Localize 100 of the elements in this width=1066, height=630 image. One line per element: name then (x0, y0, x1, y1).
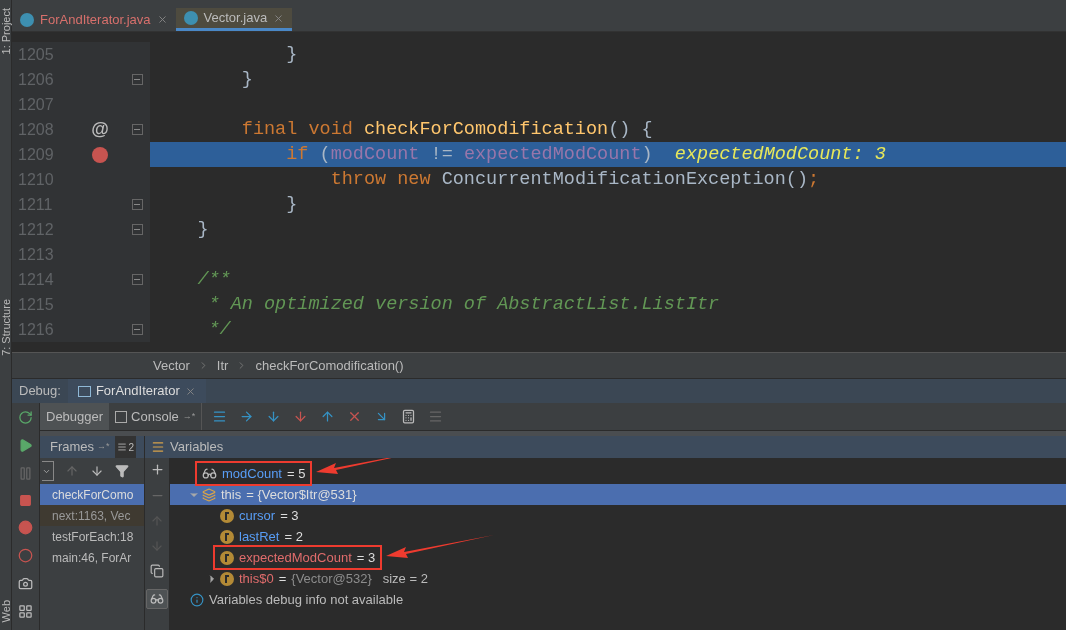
side-tab[interactable]: Web (0, 599, 11, 622)
side-tab[interactable]: 7: Structure (0, 298, 11, 356)
stack-frame[interactable]: next:1163, Vec (40, 505, 144, 526)
variable-value: = 3 (356, 548, 376, 567)
rerun-icon[interactable] (18, 410, 33, 425)
variable-name: lastRet (239, 527, 280, 546)
variable-name: cursor (239, 506, 276, 525)
execution-point-icon[interactable] (212, 409, 228, 424)
step-out-icon[interactable] (320, 409, 336, 424)
debugger-tab[interactable]: Console →* (109, 403, 202, 430)
pin-label: →* (182, 409, 196, 423)
variable-row[interactable]: this$0 = {Vector@532} size = 2 (170, 568, 1066, 589)
tab-label: Vector.java (203, 9, 268, 28)
code-line: final void checkForComodification() { (240, 117, 654, 142)
copy-icon[interactable] (150, 564, 164, 578)
pause-icon[interactable] (18, 466, 33, 481)
variable-row[interactable]: cursor = 3 (170, 505, 1066, 526)
trace-icon[interactable] (428, 409, 444, 424)
tab-label: Debugger (46, 407, 104, 426)
console-icon (115, 410, 128, 423)
step-into-icon[interactable] (266, 409, 282, 424)
side-tab[interactable]: 1: Project (0, 8, 11, 55)
stop-icon[interactable] (19, 494, 32, 507)
variable-row[interactable]: expectedModCount = 3 (170, 547, 1066, 568)
class-icon (20, 12, 34, 27)
variable-size: size = 2 (382, 569, 428, 588)
field-icon (220, 550, 234, 565)
code-line: * An optimized version of AbstractList.ListItr (207, 292, 721, 317)
code-line: } (196, 217, 210, 242)
breakpoint-icon[interactable] (92, 146, 108, 163)
close-icon[interactable] (273, 12, 285, 24)
variable-row[interactable]: this = {Vector$Itr@531} (170, 484, 1066, 505)
variable-row[interactable]: modCount = 5 (170, 463, 1066, 484)
filter-icon[interactable] (115, 464, 129, 478)
class-icon (183, 11, 198, 25)
add-watch-icon[interactable] (149, 462, 165, 477)
fold-icon[interactable] (131, 124, 143, 135)
threads-icon (116, 442, 127, 452)
stack-frame[interactable]: checkForComo (40, 484, 144, 505)
fold-icon[interactable] (131, 324, 143, 335)
code-line: throw new ConcurrentModificationException(); (329, 167, 821, 192)
window-icon (77, 385, 91, 397)
breadcrumb[interactable]: Vector (153, 355, 190, 376)
field-icon (220, 508, 234, 523)
field-icon (220, 529, 234, 544)
pin-label: →* (97, 440, 110, 454)
variable-value: = (278, 569, 287, 588)
variable-value: = 2 (284, 527, 303, 546)
thread-dropdown[interactable] (42, 461, 54, 481)
frame-down-icon[interactable] (90, 464, 104, 478)
code-line: } (285, 192, 299, 217)
info-icon (190, 592, 204, 607)
variables-icon (151, 440, 165, 454)
resume-icon[interactable] (18, 438, 33, 453)
fold-icon[interactable] (131, 199, 143, 210)
session-label: ForAndIterator (95, 382, 180, 401)
debug-label: Debug: (18, 382, 62, 401)
code-line: } (240, 67, 254, 92)
code-line: /** (196, 267, 232, 292)
variable-value: = 5 (287, 464, 306, 483)
stack-frame[interactable]: main:46, ForAr (40, 547, 144, 568)
glasses-icon (150, 592, 164, 606)
fold-icon[interactable] (131, 74, 143, 85)
field-icon (220, 571, 234, 586)
implements-marker[interactable]: @ (91, 116, 109, 143)
force-step-into-icon[interactable] (293, 409, 309, 424)
variable-row[interactable]: lastRet = 2 (170, 526, 1066, 547)
breadcrumb[interactable]: Itr (216, 355, 229, 376)
debugger-tab[interactable]: Debugger (40, 403, 110, 430)
threads-dropdown[interactable]: 2 (114, 436, 137, 458)
tab-label: ForAndIterator.java (40, 10, 151, 29)
frame-up-icon[interactable] (65, 464, 79, 478)
mute-breakpoints-icon[interactable] (18, 548, 33, 563)
close-icon[interactable] (156, 14, 168, 25)
variable-name: this (221, 485, 242, 504)
editor-tab[interactable]: ForAndIterator.java (12, 8, 176, 31)
breakpoints-icon[interactable] (18, 520, 33, 535)
info-text: Variables debug info not available (209, 590, 404, 609)
camera-icon[interactable] (18, 576, 33, 591)
close-icon[interactable] (184, 385, 196, 397)
layout-icon[interactable] (18, 604, 33, 619)
session-tab[interactable]: ForAndIterator (67, 379, 206, 403)
watches-toggle[interactable] (146, 589, 168, 609)
code-line: } (285, 42, 299, 67)
step-over-icon[interactable] (239, 409, 255, 424)
tab-label: Console (131, 407, 179, 426)
watch-icon (202, 466, 217, 481)
fold-icon[interactable] (131, 274, 143, 285)
variable-name: this$0 (239, 569, 274, 588)
frames-label: Frames (50, 438, 95, 457)
editor-tab[interactable]: Vector.java (175, 8, 293, 31)
fold-icon[interactable] (131, 224, 143, 235)
variable-reference: {Vector@532} (291, 569, 372, 588)
variable-value: = 3 (280, 506, 299, 525)
variable-name: expectedModCount (239, 548, 352, 567)
evaluate-icon[interactable] (401, 409, 417, 424)
stack-frame[interactable]: testForEach:18 (40, 526, 144, 547)
variable-value: = {Vector$Itr@531} (246, 485, 357, 504)
object-icon (202, 487, 216, 502)
breadcrumb[interactable]: checkForComodification() (255, 355, 404, 376)
